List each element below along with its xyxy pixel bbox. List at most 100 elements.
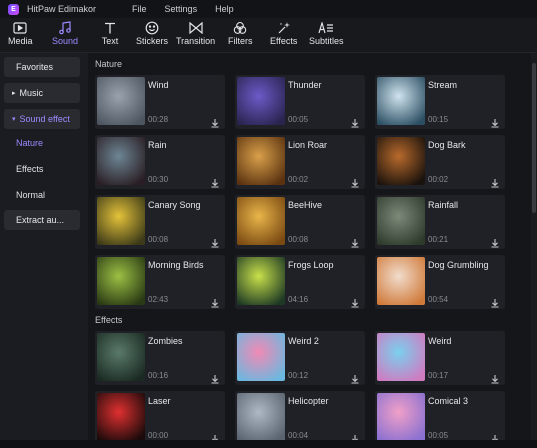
sound-library: Nature Wind 00:28 Thunder 00:05 Stream 00:15 R…	[88, 53, 537, 448]
sound-card[interactable]: Lion Roar 00:02	[235, 135, 365, 189]
sound-thumbnail	[237, 257, 285, 305]
sound-thumbnail	[377, 333, 425, 381]
sound-duration: 00:04	[288, 431, 309, 440]
tab-subtitles-label: Subtitles	[309, 36, 344, 46]
download-icon[interactable]	[210, 175, 220, 188]
sound-card[interactable]: Canary Song 00:08	[95, 195, 225, 249]
download-icon[interactable]	[490, 235, 500, 248]
download-icon[interactable]	[350, 295, 360, 308]
caret-down-icon: ▾	[12, 116, 16, 123]
sound-thumbnail	[97, 137, 145, 185]
music-note-icon	[53, 20, 77, 36]
tab-text-label: Text	[101, 36, 119, 46]
sound-name: BeeHive	[288, 200, 323, 210]
sidebar-sub-nature[interactable]: Nature	[16, 138, 43, 148]
media-icon	[8, 20, 32, 36]
download-icon[interactable]	[350, 371, 360, 384]
sound-name: Lion Roar	[288, 140, 328, 150]
menu-file[interactable]: File	[132, 4, 147, 14]
sound-duration: 00:02	[288, 175, 309, 184]
toolbar: Media Sound Text Stickers Transition Fil…	[0, 18, 537, 53]
download-icon[interactable]	[210, 371, 220, 384]
download-icon[interactable]	[350, 175, 360, 188]
subtitles-icon	[314, 20, 338, 36]
download-icon[interactable]	[490, 175, 500, 188]
sparkle-icon	[272, 20, 296, 36]
tab-transition[interactable]: Transition	[176, 20, 215, 46]
download-icon[interactable]	[210, 115, 220, 128]
sound-card[interactable]: BeeHive 00:08	[235, 195, 365, 249]
sound-name: Laser	[148, 396, 171, 406]
sound-card[interactable]: Weird 00:17	[375, 331, 505, 385]
tab-media[interactable]: Media	[8, 20, 33, 46]
app-title: HitPaw Edimakor	[27, 4, 97, 14]
tab-text[interactable]: Text	[98, 20, 122, 46]
sound-duration: 00:05	[428, 431, 449, 440]
sound-card[interactable]: Rainfall 00:21	[375, 195, 505, 249]
tab-stickers[interactable]: Stickers	[136, 20, 168, 46]
tab-sound[interactable]: Sound	[52, 20, 78, 46]
sound-card[interactable]: Frogs Loop 04:16	[235, 255, 365, 309]
transition-icon	[184, 20, 208, 36]
download-icon[interactable]	[350, 235, 360, 248]
sound-thumbnail	[377, 197, 425, 245]
sound-thumbnail	[97, 333, 145, 381]
caret-right-icon: ▸	[12, 90, 16, 97]
sound-card[interactable]: Weird 2 00:12	[235, 331, 365, 385]
download-icon[interactable]	[210, 235, 220, 248]
sound-thumbnail	[97, 77, 145, 125]
sound-duration: 00:28	[148, 115, 169, 124]
section-title-effects: Effects	[95, 315, 123, 325]
app-logo-letter: E	[11, 5, 16, 13]
tab-subtitles[interactable]: Subtitles	[309, 20, 344, 46]
tab-sound-label: Sound	[52, 36, 79, 46]
sidebar-sound-effect-label: Sound effect	[19, 114, 70, 124]
sound-duration: 00:00	[148, 431, 169, 440]
sound-thumbnail	[377, 257, 425, 305]
section-title-nature: Nature	[95, 59, 123, 69]
sound-card[interactable]: Helicopter 00:04	[235, 391, 365, 445]
sidebar-extract-audio[interactable]: Extract au...	[4, 210, 80, 230]
download-icon[interactable]	[490, 295, 500, 308]
sound-card[interactable]: Dog Grumbling 00:54	[375, 255, 505, 309]
tab-filters[interactable]: Filters	[228, 20, 253, 46]
sound-card[interactable]: Thunder 00:05	[235, 75, 365, 129]
sound-card[interactable]: Comical 3 00:05	[375, 391, 505, 445]
sound-duration: 00:05	[288, 115, 309, 124]
sidebar-music[interactable]: ▸ Music	[4, 83, 80, 103]
scrollbar[interactable]	[531, 53, 537, 448]
sound-name: Dog Bark	[428, 140, 466, 150]
tab-effects[interactable]: Effects	[270, 20, 297, 46]
sound-duration: 00:54	[428, 295, 449, 304]
sound-card[interactable]: Laser 00:00	[95, 391, 225, 445]
sound-duration: 04:16	[288, 295, 309, 304]
sound-name: Morning Birds	[148, 260, 204, 270]
menu-settings[interactable]: Settings	[165, 4, 198, 14]
sound-name: Canary Song	[148, 200, 201, 210]
sound-thumbnail	[377, 393, 425, 441]
scrollbar-thumb[interactable]	[532, 63, 536, 213]
sound-card[interactable]: Dog Bark 00:02	[375, 135, 505, 189]
sound-thumbnail	[97, 257, 145, 305]
sound-name: Rain	[148, 140, 167, 150]
download-icon[interactable]	[350, 115, 360, 128]
sidebar-sub-effects[interactable]: Effects	[16, 164, 43, 174]
sound-card[interactable]: Zombies 00:16	[95, 331, 225, 385]
sound-name: Stream	[428, 80, 458, 90]
download-icon[interactable]	[490, 371, 500, 384]
sidebar-sub-normal[interactable]: Normal	[16, 190, 45, 200]
smiley-icon	[140, 20, 164, 36]
sound-card[interactable]: Wind 00:28	[95, 75, 225, 129]
sound-card[interactable]: Morning Birds 02:43	[95, 255, 225, 309]
sound-card[interactable]: Rain 00:30	[95, 135, 225, 189]
sidebar-favorites[interactable]: Favorites	[4, 57, 80, 77]
sound-duration: 00:02	[428, 175, 449, 184]
sidebar-sound-effect[interactable]: ▾ Sound effect	[4, 109, 80, 129]
text-icon	[98, 20, 122, 36]
menu-help[interactable]: Help	[215, 4, 234, 14]
sound-duration: 00:30	[148, 175, 169, 184]
tab-filters-label: Filters	[228, 36, 253, 46]
sound-card[interactable]: Stream 00:15	[375, 75, 505, 129]
download-icon[interactable]	[210, 295, 220, 308]
download-icon[interactable]	[490, 115, 500, 128]
